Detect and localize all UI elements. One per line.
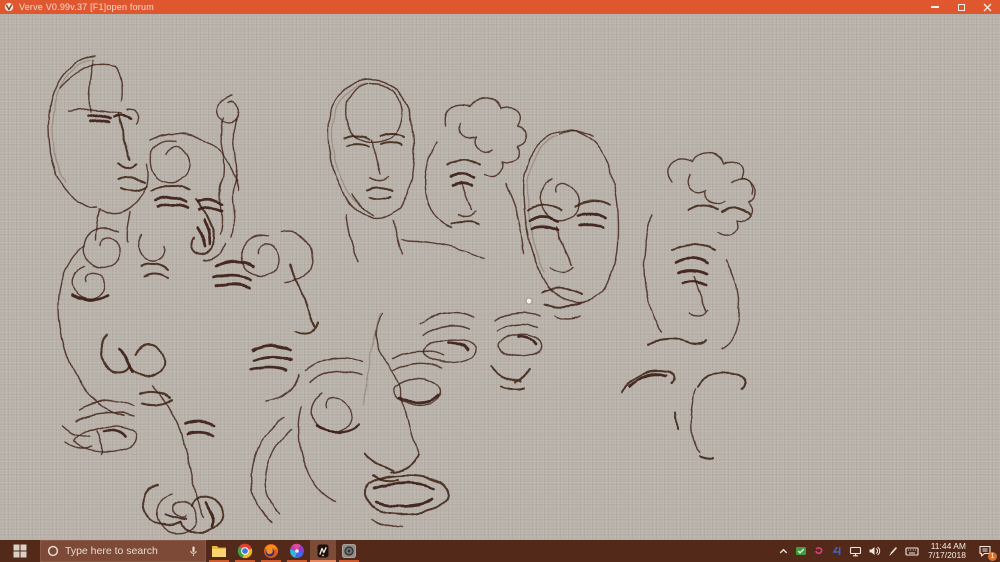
tray-volume[interactable] [865, 540, 884, 562]
taskbar-chrome-button[interactable] [232, 540, 258, 562]
sketch-face-11 [524, 130, 619, 319]
tray-touch-keyboard[interactable] [902, 540, 922, 562]
taskbar-file-explorer-button[interactable] [206, 540, 232, 562]
microphone-icon[interactable] [188, 545, 199, 558]
window-title: Verve V0.99v.37 [F1]open forum [19, 2, 154, 12]
sketch-ribbon [218, 96, 239, 236]
green-utility-icon [795, 545, 807, 557]
desktop-screen: Verve V0.99v.37 [F1]open forum [0, 0, 1000, 562]
tray-red-utility[interactable] [810, 540, 828, 562]
verve-app-logo-icon [4, 2, 14, 12]
hidden-icons-chevron[interactable] [775, 540, 792, 562]
sketch-face-10 [425, 98, 527, 252]
pen-icon [887, 545, 899, 557]
taskbar-app-buttons [206, 540, 362, 562]
maximize-button[interactable] [948, 0, 974, 14]
taskbar-pinwheel-app-button[interactable] [284, 540, 310, 562]
volume-icon [868, 545, 881, 557]
network-icon [849, 545, 862, 557]
chrome-icon [237, 543, 253, 559]
action-center-button[interactable]: 1 [972, 540, 998, 562]
minimize-icon [931, 6, 939, 8]
verve-icon [315, 543, 331, 559]
drawing-canvas[interactable] [0, 14, 1000, 540]
sketch-face-2 [150, 134, 238, 260]
maximize-icon [958, 4, 965, 11]
notification-badge: 1 [988, 552, 997, 561]
window-titlebar: Verve V0.99v.37 [F1]open forum [0, 0, 1000, 14]
sketch-face-6 [75, 386, 223, 533]
close-button[interactable] [974, 0, 1000, 14]
sketch-face-13 [622, 371, 745, 459]
taskbar-clock[interactable]: 11:44 AM 7/17/2018 [922, 542, 972, 561]
brush-cursor [526, 298, 532, 304]
blue-utility-icon [831, 545, 843, 557]
sketch-face-1 [49, 56, 165, 261]
face-sketches [49, 56, 756, 533]
start-button[interactable] [0, 540, 40, 562]
tray-blue-utility[interactable] [828, 540, 846, 562]
taskbar-verve-button-active[interactable] [310, 540, 336, 562]
tray-pen[interactable] [884, 540, 902, 562]
touch-keyboard-icon [905, 545, 919, 557]
close-icon [983, 3, 992, 12]
search-input[interactable]: Type here to search [40, 540, 206, 562]
sketch-loose-marks [62, 418, 292, 533]
sketch-face-12 [645, 152, 756, 348]
windows-logo-icon [13, 544, 27, 558]
red-utility-icon [813, 545, 825, 557]
taskbar-firefox-button[interactable] [258, 540, 284, 562]
chevron-up-icon [778, 546, 789, 557]
cortana-circle-icon [47, 545, 59, 557]
search-placeholder: Type here to search [65, 545, 182, 557]
tray-network[interactable] [846, 540, 865, 562]
sketch-face-4 [58, 228, 172, 416]
sketch-face-5 [214, 231, 318, 402]
taskbar: Type here to search [0, 540, 1000, 562]
sketch-face-8 [420, 313, 541, 390]
pinwheel-app-icon [289, 543, 305, 559]
clock-date: 7/17/2018 [928, 551, 966, 561]
capture-utility-icon [341, 543, 357, 559]
file-explorer-icon [211, 544, 227, 558]
sketch-face-7 [299, 314, 448, 527]
sketch-face-9 [328, 80, 484, 262]
minimize-button[interactable] [922, 0, 948, 14]
tray-green-utility[interactable] [792, 540, 810, 562]
taskbar-capture-utility-button[interactable] [336, 540, 362, 562]
system-tray: 11:44 AM 7/17/2018 1 [775, 540, 1000, 562]
firefox-icon [263, 543, 279, 559]
